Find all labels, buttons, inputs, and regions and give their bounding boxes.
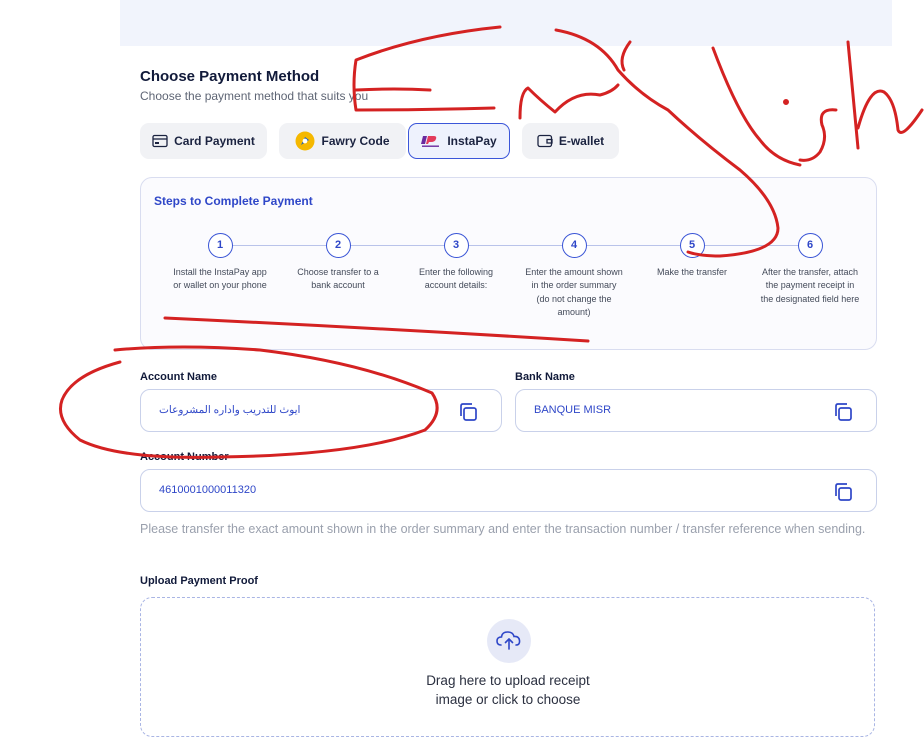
upload-cloud-icon [487, 619, 531, 663]
upload-proof-label: Upload Payment Proof [140, 575, 258, 587]
top-band [120, 0, 892, 46]
step-6: 6 After the transfer, attach the payment… [760, 233, 860, 306]
instapay-button[interactable]: InstaPay [408, 123, 510, 159]
transfer-instruction-note: Please transfer the exact amount shown i… [140, 522, 866, 536]
payment-method-title: Choose Payment Method [140, 68, 320, 85]
step-3: 3 Enter the following account details: [406, 233, 506, 293]
wallet-icon [537, 134, 553, 148]
account-number-field: 4610001000011320 [140, 469, 877, 512]
step-text: After the transfer, attach the payment r… [760, 267, 860, 304]
copy-icon[interactable] [457, 401, 479, 423]
step-1: 1 Install the InstaPay app or wallet on … [170, 233, 270, 293]
bank-name-field: BANQUE MISR [515, 389, 877, 432]
copy-icon[interactable] [832, 481, 854, 503]
step-number: 1 [207, 233, 233, 258]
step-text: Install the InstaPay app or wallet on yo… [173, 267, 267, 291]
instapay-icon [421, 136, 440, 147]
step-text: Make the transfer [656, 267, 728, 277]
dropzone-text: Drag here to upload receipt image or cli… [426, 673, 590, 707]
account-name-field: ايوث للتدريب واداره المشروعات [140, 389, 502, 432]
step-number: 5 [679, 233, 705, 258]
account-name-label: Account Name [140, 371, 218, 383]
payment-steps-panel: Steps to Complete Payment 1 Install the … [140, 177, 877, 350]
upload-dropzone[interactable]: Drag here to upload receipt image or cli… [140, 597, 875, 737]
payment-method-subtitle: Choose the payment method that suits you [140, 89, 369, 103]
step-number: 3 [443, 233, 469, 258]
fawry-code-button[interactable]: Fawry Code [279, 123, 406, 159]
instapay-label: InstaPay [447, 134, 497, 148]
fawry-icon [295, 131, 315, 151]
bank-name-label: Bank Name [515, 371, 575, 383]
step-5: 5 Make the transfer [642, 233, 742, 279]
steps-title: Steps to Complete Payment [154, 194, 313, 208]
bank-name-value: BANQUE MISR [534, 404, 612, 416]
account-name-value: ايوث للتدريب واداره المشروعات [159, 404, 301, 416]
step-4: 4 Enter the amount shown in the order su… [524, 233, 624, 319]
e-wallet-button[interactable]: E-wallet [522, 123, 619, 159]
step-number: 6 [797, 233, 823, 258]
step-text: Enter the amount shown in the order summ… [525, 267, 623, 317]
step-2: 2 Choose transfer to a bank account [288, 233, 388, 293]
step-number: 2 [325, 233, 351, 258]
step-number: 4 [561, 233, 587, 258]
card-payment-label: Card Payment [174, 134, 255, 148]
e-wallet-label: E-wallet [558, 134, 605, 148]
fawry-code-label: Fawry Code [321, 134, 390, 148]
step-text: Enter the following account details: [418, 267, 494, 291]
copy-icon[interactable] [832, 401, 854, 423]
card-payment-button[interactable]: Card Payment [140, 123, 267, 159]
step-text: Choose transfer to a bank account [297, 267, 379, 291]
card-icon [152, 134, 168, 148]
account-number-value: 4610001000011320 [159, 484, 257, 496]
account-number-label: Account Number [140, 451, 229, 463]
